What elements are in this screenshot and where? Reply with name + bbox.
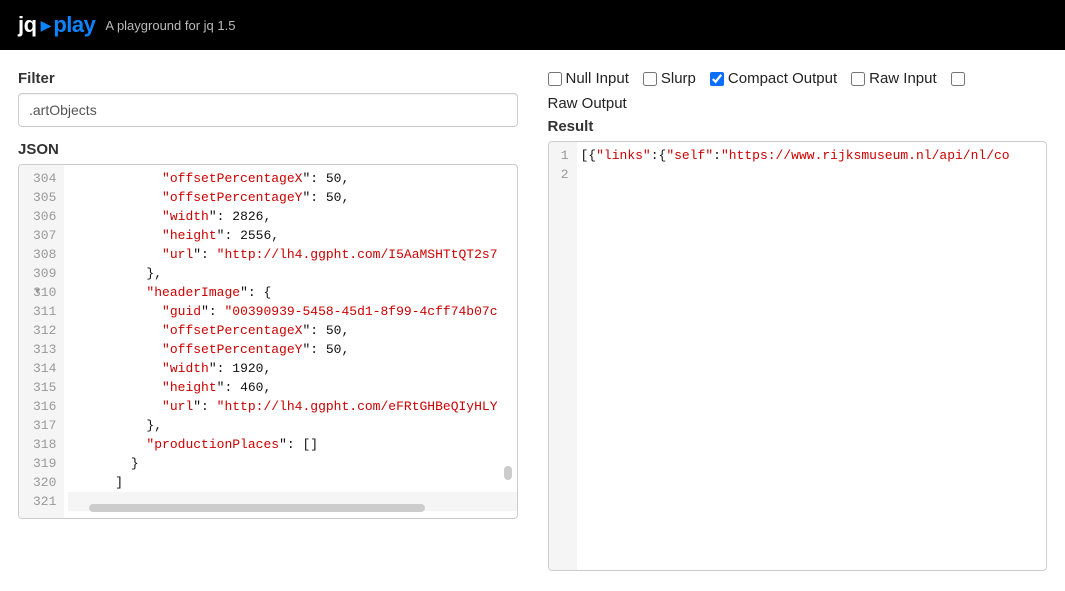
line-number: 309: [33, 264, 56, 283]
navbar: jq ▶ play A playground for jq 1.5: [0, 0, 1065, 50]
tagline: A playground for jq 1.5: [105, 18, 235, 33]
line-number: 316: [33, 397, 56, 416]
checkbox-raw-input[interactable]: [851, 72, 865, 86]
code-line[interactable]: ]: [68, 473, 516, 492]
option-label: Raw Input: [869, 70, 937, 87]
line-number: 313: [33, 340, 56, 359]
line-number: 314: [33, 359, 56, 378]
jq-link[interactable]: jq: [204, 18, 214, 33]
right-column: Null Input Slurp Compact Output Raw Input R…: [548, 70, 1048, 571]
code-line[interactable]: "width": 1920,: [68, 359, 516, 378]
code-line[interactable]: "url": "http://lh4.ggpht.com/I5AaMSHTtQT…: [68, 245, 516, 264]
brand[interactable]: jq ▶ play: [18, 12, 95, 38]
vertical-scrollbar[interactable]: [504, 165, 512, 500]
tagline-suffix: 1.5: [214, 18, 236, 33]
code-line[interactable]: "headerImage": {: [68, 283, 516, 302]
options-row: Null Input Slurp Compact Output Raw Input: [548, 70, 1048, 89]
option-label: Null Input: [566, 70, 629, 87]
json-label: JSON: [18, 141, 518, 158]
code-line[interactable]: "offsetPercentageX": 50,: [68, 321, 516, 340]
result-gutter: 12: [549, 142, 577, 570]
result-viewer[interactable]: 12 [{"links":{"self":"https://www.rijksm…: [548, 141, 1048, 571]
line-number: 2: [557, 165, 569, 184]
horizontal-scrollbar[interactable]: [89, 504, 509, 512]
line-number: 317: [33, 416, 56, 435]
code-line[interactable]: "width": 2826,: [68, 207, 516, 226]
line-number: 315: [33, 378, 56, 397]
result-code[interactable]: [{"links":{"self":"https://www.rijksmuse…: [577, 142, 1047, 570]
filter-label: Filter: [18, 70, 518, 87]
json-gutter: 3043053063073083093103113123133143153163…: [19, 165, 64, 518]
json-code[interactable]: "offsetPercentageX": 50, "offsetPercenta…: [64, 165, 516, 518]
play-icon: ▶: [41, 17, 52, 34]
code-line[interactable]: "productionPlaces": []: [68, 435, 516, 454]
line-number: 1: [557, 146, 569, 165]
line-number: 304: [33, 169, 56, 188]
line-number: 321: [33, 492, 56, 511]
trailing-checkbox[interactable]: [951, 72, 965, 86]
line-number: 308: [33, 245, 56, 264]
option-compact-output[interactable]: Compact Output: [710, 70, 837, 87]
code-line[interactable]: "offsetPercentageX": 50,: [68, 169, 516, 188]
checkbox-null-input[interactable]: [548, 72, 562, 86]
tagline-prefix: A playground for: [105, 18, 203, 33]
result-line[interactable]: [{"links":{"self":"https://www.rijksmuse…: [581, 146, 1047, 165]
checkbox-slurp[interactable]: [643, 72, 657, 86]
code-line[interactable]: "offsetPercentageY": 50,: [68, 340, 516, 359]
line-number: 307: [33, 226, 56, 245]
brand-play-text: play: [53, 12, 95, 38]
filter-input[interactable]: [18, 93, 518, 127]
line-number: 318: [33, 435, 56, 454]
option-raw-input[interactable]: Raw Input: [851, 70, 937, 87]
option-null-input[interactable]: Null Input: [548, 70, 629, 87]
code-line[interactable]: "guid": "00390939-5458-45d1-8f99-4cff74b…: [68, 302, 516, 321]
result-label: Result: [548, 118, 1048, 135]
checkbox-compact-output[interactable]: [710, 72, 724, 86]
option-slurp[interactable]: Slurp: [643, 70, 696, 87]
code-line[interactable]: "offsetPercentageY": 50,: [68, 188, 516, 207]
json-editor[interactable]: 3043053063073083093103113123133143153163…: [18, 164, 518, 519]
line-number: 312: [33, 321, 56, 340]
raw-output-label: Raw Output: [548, 95, 1048, 112]
code-line[interactable]: },: [68, 264, 516, 283]
code-line[interactable]: "height": 2556,: [68, 226, 516, 245]
line-number: 306: [33, 207, 56, 226]
line-number: 310: [33, 283, 56, 302]
line-number: 320: [33, 473, 56, 492]
line-number: 305: [33, 188, 56, 207]
code-line[interactable]: "height": 460,: [68, 378, 516, 397]
code-line[interactable]: "url": "http://lh4.ggpht.com/eFRtGHBeQIy…: [68, 397, 516, 416]
option-label: Slurp: [661, 70, 696, 87]
line-number: 319: [33, 454, 56, 473]
code-line[interactable]: },: [68, 416, 516, 435]
left-column: Filter JSON 3043053063073083093103113123…: [18, 70, 518, 571]
code-line[interactable]: }: [68, 454, 516, 473]
brand-jq-text: jq: [18, 12, 37, 38]
option-label: Compact Output: [728, 70, 837, 87]
line-number: 311: [33, 302, 56, 321]
